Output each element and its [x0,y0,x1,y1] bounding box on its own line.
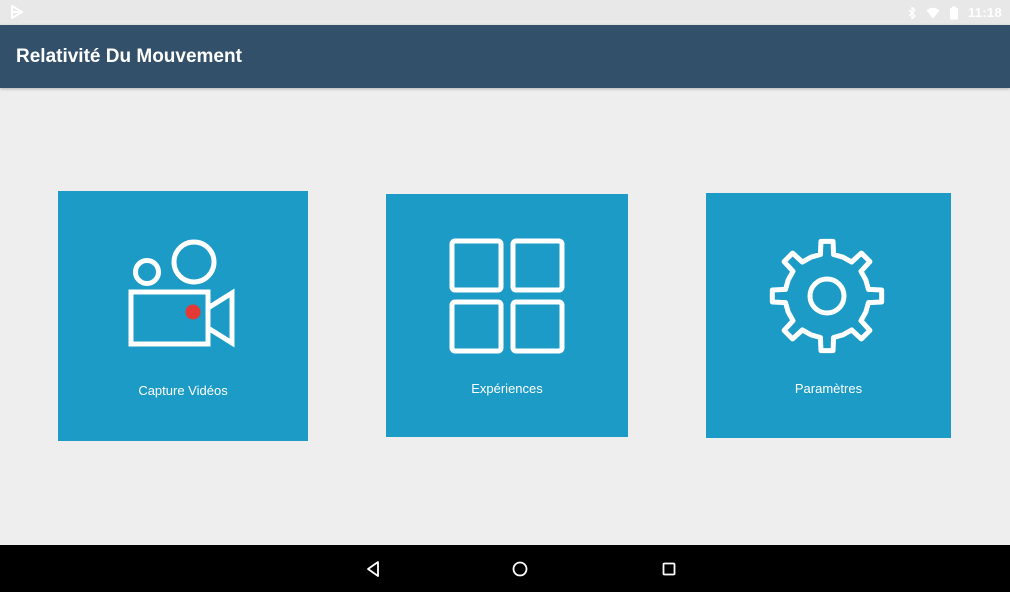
capture-videos-tile[interactable]: Capture Vidéos [58,191,308,441]
status-bar: 11:18 [0,0,1010,25]
back-icon [367,561,379,577]
back-button[interactable] [362,558,384,580]
status-indicators: 11:18 [905,3,1002,22]
app-title: Relativité Du Mouvement [16,46,242,67]
status-time: 11:18 [967,5,1002,20]
home-button[interactable] [509,558,531,580]
app-bar: Relativité Du Mouvement [0,25,1010,88]
recents-icon [662,562,676,576]
experiences-label: Expériences [471,381,543,396]
home-icon [512,561,528,577]
battery-icon [949,6,958,19]
capture-videos-label: Capture Vidéos [138,383,228,398]
recents-button[interactable] [658,558,680,580]
experiences-tile[interactable]: Expériences [386,194,628,437]
navigation-bar [0,545,1010,592]
video-camera-icon [128,239,235,348]
record-dot [185,304,201,320]
grid-icon [449,238,565,354]
bluetooth-icon [908,6,916,19]
parametres-tile[interactable]: Paramètres [706,193,951,438]
screen: 11:18 Relativité Du Mouvement Capture Vi… [0,0,1010,592]
app-notification-icon [11,5,23,19]
wifi-icon [926,7,940,18]
parametres-label: Paramètres [794,381,863,396]
gear-icon [769,238,885,354]
